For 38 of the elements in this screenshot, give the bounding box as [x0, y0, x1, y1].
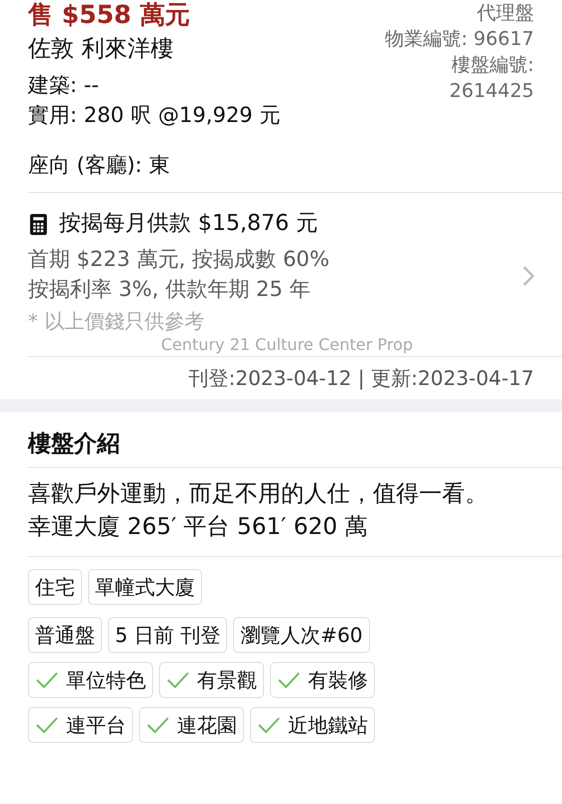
feature-tag: 有裝修: [270, 662, 375, 698]
feature-tag: 普通盤: [28, 617, 102, 653]
feature-tag: 瀏覽人次#60: [233, 617, 370, 653]
dates-text: 刊登:2023-04-12 | 更新:2023-04-17: [188, 365, 535, 392]
check-icon: [36, 717, 58, 733]
feature-tag: 5 日前 刊登: [108, 617, 228, 653]
agency-name: Century 21 Culture Center Prop: [160, 336, 414, 354]
feature-tag: 單幢式大廈: [88, 569, 202, 605]
mortgage-detail: 按揭利率 3%, 供款年期 25 年: [28, 276, 312, 303]
feature-tag: 連花園: [139, 707, 244, 743]
feature-tag: 連平台: [28, 707, 133, 743]
property-number: 物業編號: 96617: [385, 27, 534, 52]
feature-tag: 住宅: [28, 569, 82, 605]
disclaimer-note: * 以上價錢只供參考: [28, 308, 206, 335]
description-text: 幸運大廈 265′ 平台 561′ 620 萬: [28, 513, 369, 542]
price: 售 $558 萬元: [28, 0, 191, 30]
description-text: 喜歡戶外運動，而足不用的人仕，值得一看。: [28, 480, 489, 509]
mortgage-row[interactable]: 按揭每月供款 $15,876 元 首期 $223 萬元, 按揭成數 60% 按揭利率 3%, 供款年期 25 年 * 以上價錢只供參考: [0, 193, 562, 338]
detail-text: 建築: --: [28, 72, 100, 99]
calculator-icon: [30, 214, 47, 234]
check-icon: [167, 672, 189, 688]
feature-tag: 有景觀: [159, 662, 264, 698]
check-icon: [258, 717, 280, 733]
property-title: 佐敦 利來洋樓: [28, 35, 174, 64]
listing-type: 代理盤: [476, 1, 534, 26]
mortgage-detail: 首期 $223 萬元, 按揭成數 60%: [28, 246, 330, 273]
check-icon: [147, 717, 169, 733]
section-heading: 樓盤介紹: [26, 430, 121, 459]
facing-text: 座向 (客廳): 東: [28, 152, 171, 179]
detail-text: 實用: 280 呎 @19,929 元: [28, 102, 280, 129]
check-icon: [278, 672, 300, 688]
check-icon: [36, 672, 58, 688]
feature-tag: 近地鐵站: [250, 707, 375, 743]
listing-number-label: 樓盤編號:: [450, 53, 534, 78]
feature-tag: 單位特色: [28, 662, 153, 698]
chevron-icon: [523, 266, 534, 286]
mortgage-title: 按揭每月供款 $15,876 元: [59, 210, 318, 238]
listing-number: 2614425: [448, 79, 534, 104]
